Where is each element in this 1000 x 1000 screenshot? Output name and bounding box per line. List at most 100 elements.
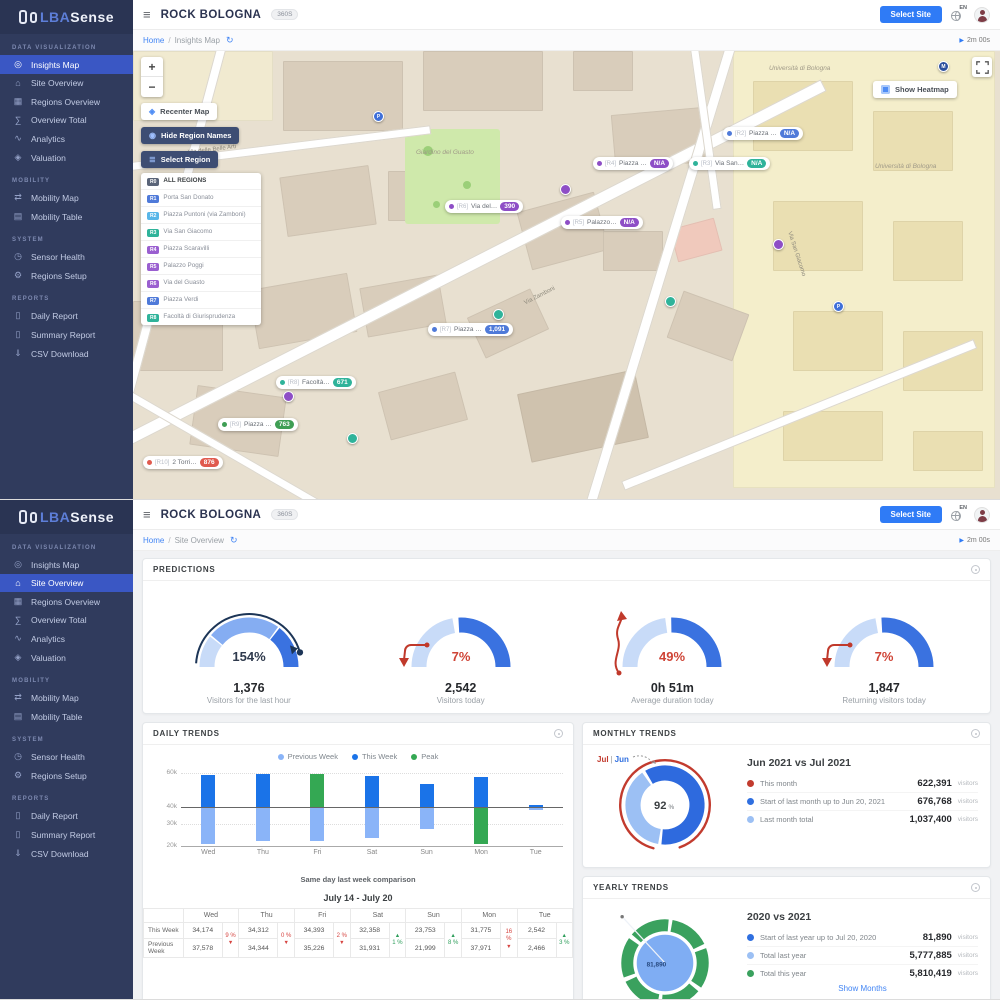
select-site-button[interactable]: Select Site bbox=[880, 6, 942, 23]
sidebar-item-overview-total[interactable]: ∑Overview Total bbox=[0, 111, 133, 129]
card-options-icon[interactable] bbox=[971, 883, 980, 892]
sidebar-item-valuation[interactable]: ◈Valuation bbox=[0, 148, 133, 167]
map-region-label--r9-[interactable]: [R9]Piazza …763 bbox=[218, 418, 298, 431]
region-list-item-r7[interactable]: R7Piazza Verdi bbox=[141, 292, 261, 309]
nav-section-label: DATA VISUALIZATION bbox=[0, 534, 133, 555]
map-marker[interactable]: M bbox=[938, 61, 949, 72]
sidebar-item-sensor-health[interactable]: ◷Sensor Health bbox=[0, 747, 133, 766]
series-dot-icon bbox=[747, 970, 754, 977]
user-avatar[interactable] bbox=[974, 507, 990, 523]
region-list-item-r4[interactable]: R4Piazza Scaravilli bbox=[141, 241, 261, 258]
sidebar-item-valuation[interactable]: ◈Valuation bbox=[0, 648, 133, 667]
sidebar-item-mobility-map[interactable]: ⇄Mobility Map bbox=[0, 688, 133, 707]
map-marker[interactable] bbox=[773, 239, 784, 250]
sidebar-item-mobility-table[interactable]: ▤Mobility Table bbox=[0, 207, 133, 226]
legend-item-this-week[interactable]: This Week bbox=[352, 752, 397, 761]
show-heatmap-button[interactable]: Show Heatmap bbox=[873, 81, 957, 98]
sidebar-item-overview-total[interactable]: ∑Overview Total bbox=[0, 611, 133, 629]
sidebar-item-regions-setup[interactable]: ⚙Regions Setup bbox=[0, 766, 133, 785]
show-months-link[interactable]: Show Months bbox=[747, 984, 978, 993]
region-list-item-r1[interactable]: R1Porta San Donato bbox=[141, 190, 261, 207]
map-marker[interactable] bbox=[347, 433, 358, 444]
yearly-donut-chart: 81,890 bbox=[595, 903, 735, 999]
region-list-item-r3[interactable]: R3Via San Giacomo bbox=[141, 224, 261, 241]
map-marker[interactable] bbox=[283, 391, 294, 402]
menu-icon[interactable]: ≡ bbox=[143, 8, 151, 21]
sidebar-item-regions-overview[interactable]: ▦Regions Overview bbox=[0, 92, 133, 111]
region-name: Palazzo… bbox=[587, 219, 617, 226]
fullscreen-icon bbox=[976, 61, 989, 74]
sidebar-item-label: Analytics bbox=[31, 634, 65, 644]
device-icon bbox=[19, 510, 27, 524]
sidebar-item-sensor-health[interactable]: ◷Sensor Health bbox=[0, 247, 133, 266]
map-canvas[interactable]: + − ◈Recenter Map ◉Hide Region Names ≣Se… bbox=[133, 51, 1000, 499]
file-icon: ▯ bbox=[12, 829, 24, 840]
sidebar-item-site-overview[interactable]: ⌂Site Overview bbox=[0, 574, 133, 592]
region-list-item-r2[interactable]: R2Piazza Puntoni (via Zamboni) bbox=[141, 207, 261, 224]
map-marker[interactable] bbox=[493, 309, 504, 320]
card-options-icon[interactable] bbox=[971, 565, 980, 574]
play-icon[interactable]: ▶ bbox=[959, 37, 964, 44]
sidebar-item-daily-report[interactable]: ▯Daily Report bbox=[0, 306, 133, 325]
card-options-icon[interactable] bbox=[971, 729, 980, 738]
region-list-item-r6[interactable]: R6Via del Guasto bbox=[141, 275, 261, 292]
fullscreen-button[interactable] bbox=[972, 57, 992, 77]
sidebar-item-summary-report[interactable]: ▯Summary Report bbox=[0, 825, 133, 844]
region-code: [R4] bbox=[605, 161, 616, 167]
region-dot-icon bbox=[565, 220, 570, 225]
sidebar-item-mobility-map[interactable]: ⇄Mobility Map bbox=[0, 188, 133, 207]
zoom-in-button[interactable]: + bbox=[141, 57, 163, 77]
refresh-icon[interactable]: ↻ bbox=[226, 35, 234, 46]
map-region-label--r3-[interactable]: [R3]Via San…N/A bbox=[689, 157, 770, 170]
sidebar-item-csv-download[interactable]: ⇓CSV Download bbox=[0, 844, 133, 863]
user-avatar[interactable] bbox=[974, 7, 990, 23]
region-list-item-r5[interactable]: R5Palazzo Poggi bbox=[141, 258, 261, 275]
map-marker[interactable] bbox=[560, 184, 571, 195]
region-list-item-r0[interactable]: R0ALL REGIONS bbox=[141, 173, 261, 190]
language-switcher[interactable]: EN bbox=[951, 508, 965, 521]
menu-icon[interactable]: ≡ bbox=[143, 508, 151, 521]
map-marker[interactable]: P bbox=[373, 111, 384, 122]
site-title: ROCK BOLOGNA bbox=[161, 9, 262, 21]
stat-unit: visitors bbox=[958, 952, 978, 959]
select-region-button[interactable]: ≣Select Region bbox=[141, 151, 218, 168]
sidebar-item-site-overview[interactable]: ⌂Site Overview bbox=[0, 74, 133, 92]
map-region-label--r2-[interactable]: [R2]Piazza …N/A bbox=[723, 127, 803, 140]
sidebar-item-label: Site Overview bbox=[31, 78, 83, 88]
sidebar-item-daily-report[interactable]: ▯Daily Report bbox=[0, 806, 133, 825]
play-icon[interactable]: ▶ bbox=[959, 537, 964, 544]
card-options-icon[interactable] bbox=[554, 729, 563, 738]
map-region-label--r6-[interactable]: [R6]Via del…390 bbox=[445, 200, 523, 213]
change-indicator: ▲8 % bbox=[445, 923, 461, 958]
nav-section-label: SYSTEM bbox=[0, 726, 133, 747]
zoom-out-button[interactable]: − bbox=[141, 77, 163, 97]
map-region-label--r5-[interactable]: [R5]Palazzo…N/A bbox=[561, 216, 643, 229]
legend-item-peak[interactable]: Peak bbox=[411, 752, 438, 761]
hide-region-names-button[interactable]: ◉Hide Region Names bbox=[141, 127, 239, 144]
map-region-label--r7-[interactable]: [R7]Piazza …1,091 bbox=[428, 323, 513, 336]
sidebar-item-regions-overview[interactable]: ▦Regions Overview bbox=[0, 592, 133, 611]
sidebar-item-insights-map[interactable]: ◎Insights Map bbox=[0, 555, 133, 574]
region-list-item-r8[interactable]: R8Facoltà di Giurisprudenza bbox=[141, 309, 261, 325]
map-region-label--r4-[interactable]: [R4]Piazza …N/A bbox=[593, 157, 673, 170]
refresh-icon[interactable]: ↻ bbox=[230, 535, 238, 546]
sidebar-item-insights-map[interactable]: ◎Insights Map bbox=[0, 55, 133, 74]
map-marker[interactable] bbox=[665, 296, 676, 307]
sidebar-item-analytics[interactable]: ∿Analytics bbox=[0, 629, 133, 648]
map-region-label--r10-[interactable]: [R10]2 Torri…876 bbox=[143, 456, 223, 469]
recenter-map-button[interactable]: ◈Recenter Map bbox=[141, 103, 217, 120]
select-site-button[interactable]: Select Site bbox=[880, 506, 942, 523]
region-dot-icon bbox=[147, 460, 152, 465]
language-switcher[interactable]: EN bbox=[951, 8, 965, 21]
sidebar-item-regions-setup[interactable]: ⚙Regions Setup bbox=[0, 266, 133, 285]
map-marker[interactable]: P bbox=[833, 301, 844, 312]
map-building bbox=[913, 431, 983, 471]
sidebar-item-csv-download[interactable]: ⇓CSV Download bbox=[0, 344, 133, 363]
map-region-label--r8-[interactable]: [R8]Facoltà…671 bbox=[276, 376, 356, 389]
breadcrumb-home-link[interactable]: Home bbox=[143, 536, 164, 545]
legend-item-previous-week[interactable]: Previous Week bbox=[278, 752, 338, 761]
sidebar-item-analytics[interactable]: ∿Analytics bbox=[0, 129, 133, 148]
sidebar-item-summary-report[interactable]: ▯Summary Report bbox=[0, 325, 133, 344]
breadcrumb-home-link[interactable]: Home bbox=[143, 36, 164, 45]
sidebar-item-mobility-table[interactable]: ▤Mobility Table bbox=[0, 707, 133, 726]
